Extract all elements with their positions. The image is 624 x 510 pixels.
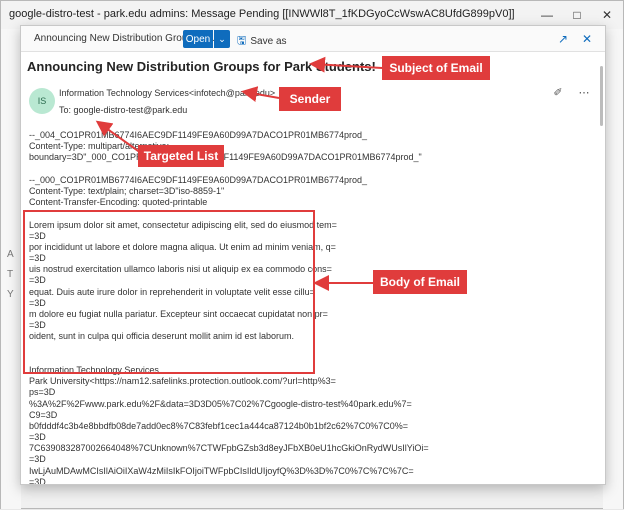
email-subject: Announcing New Distribution Groups for P…: [27, 59, 376, 74]
body-line: [29, 164, 589, 175]
annotation-body: Body of Email: [373, 270, 467, 294]
body-line: boundary=3D"_000_CO1PR01MB6774I6AEC9DF11…: [29, 152, 422, 163]
window-title: google-distro-test - park.edu admins: Me…: [9, 8, 515, 20]
recipient-line: To: google-distro-test@park.edu: [59, 105, 187, 115]
outlook-window: google-distro-test - park.edu admins: Me…: [0, 0, 624, 509]
annotation-subject: Subject of Email: [382, 56, 490, 80]
sender-name[interactable]: Information Technology Services<infotech…: [59, 88, 275, 98]
bg-fragment: Y: [7, 289, 14, 300]
body-line: Content-Transfer-Encoding: quoted-printa…: [29, 197, 208, 208]
pop-out-icon[interactable]: ↗: [555, 31, 571, 47]
close-window-icon[interactable]: ✕: [597, 5, 617, 25]
body-line: b0fdddf4c3b4e8bbdfb08de7add0ec8%7C83febf…: [29, 420, 409, 431]
body-line: Park University<https://nam12.safelinks.…: [29, 376, 336, 387]
scrollbar-thumb[interactable]: [600, 66, 603, 126]
annotation-sender: Sender: [279, 87, 341, 111]
save-as-button[interactable]: 🖫 Save as: [237, 32, 287, 51]
open-dropdown-button[interactable]: ⌄: [214, 30, 230, 48]
body-line: --_000_CO1PR01MB6774I6AEC9DF1149FE9A60D9…: [29, 174, 368, 185]
recipient-address[interactable]: google-distro-test@park.edu: [74, 105, 188, 115]
sender-avatar: IS: [29, 88, 55, 114]
bg-fragment: T: [7, 269, 14, 280]
body-line: IwLjAuMDAwMCIsIlAiOiIXaW4zMiIsIkFOIjoiTW…: [29, 465, 414, 476]
body-line: C9=3D: [29, 409, 58, 420]
maximize-icon[interactable]: □: [567, 5, 587, 25]
minimize-icon[interactable]: —: [537, 5, 557, 25]
body-line: Content-Type: text/plain; charset=3D"iso…: [29, 185, 225, 196]
body-line: =3D: [29, 476, 46, 485]
body-line: 7C639083287002664048%7CUnknown%7CTWFpbGZ…: [29, 443, 429, 454]
chevron-down-icon: ⌄: [218, 33, 226, 44]
annotation-targeted-list: Targeted List: [138, 145, 224, 167]
body-line: =3D: [29, 432, 46, 443]
to-label: To:: [59, 105, 72, 115]
background-pane-right: [603, 29, 623, 509]
background-pane-left: A T Y: [1, 29, 21, 509]
body-line: ps=3D: [29, 387, 56, 398]
body-line: --_004_CO1PR01MB6774I6AEC9DF1149FE9A60D9…: [29, 130, 368, 140]
save-as-label: Save as: [250, 36, 287, 47]
close-popup-icon[interactable]: ✕: [579, 31, 595, 47]
popup-toolbar: Announcing New Distribution Groups fo...…: [21, 26, 605, 52]
body-line: %3A%2F%2Fwww.park.edu%2F&data=3D3D05%7C0…: [29, 398, 412, 409]
body-line: =3D: [29, 454, 46, 465]
summary-icon[interactable]: ✐: [551, 85, 565, 99]
bg-fragment: A: [7, 249, 14, 260]
more-options-icon[interactable]: ⋯: [577, 85, 591, 99]
body-highlight-box: [23, 210, 315, 374]
open-button[interactable]: Open: [183, 30, 213, 48]
save-icon: 🖫: [237, 35, 247, 47]
body-line: Content-Type: multipart/alternative;: [29, 141, 170, 152]
